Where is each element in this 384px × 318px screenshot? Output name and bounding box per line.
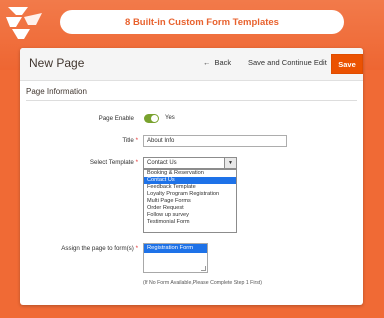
title-label-text: Title xyxy=(122,137,134,144)
chevron-down-icon[interactable]: ▼ xyxy=(224,158,236,168)
save-button[interactable]: Save xyxy=(331,54,363,74)
template-dropdown-list[interactable]: Booking & Reservation Contact Us Feedbac… xyxy=(143,169,237,233)
page-title: New Page xyxy=(29,56,85,70)
save-and-continue-button[interactable]: Save and Continue Edit xyxy=(248,58,327,67)
page-editor-panel: New Page ← Back Save and Continue Edit S… xyxy=(20,48,363,305)
banner-title: 8 Built-in Custom Form Templates xyxy=(60,10,344,34)
page-enable-toggle[interactable] xyxy=(144,114,159,123)
arrow-left-icon: ← xyxy=(203,58,211,67)
back-label: Back xyxy=(214,58,232,67)
dropdown-option[interactable]: Multi Page Forms xyxy=(144,198,236,205)
dropdown-option[interactable]: Order Request xyxy=(144,205,236,212)
assign-label-text: Assign the page to form(s) xyxy=(61,245,134,252)
title-input[interactable]: About Info xyxy=(143,135,287,147)
assign-note: (If No Form Available,Please Complete St… xyxy=(143,280,262,286)
title-label: Title * xyxy=(60,137,138,144)
toggle-knob xyxy=(151,115,158,122)
dropdown-option[interactable]: Feedback Template xyxy=(144,184,236,191)
dropdown-option-selected[interactable]: Contact Us xyxy=(144,177,236,184)
assign-label: Assign the page to form(s) * xyxy=(30,245,138,252)
list-item[interactable]: Registration Form xyxy=(144,244,207,253)
logo-icon xyxy=(6,7,42,39)
dropdown-option[interactable]: Loyalty Program Registration xyxy=(144,191,236,198)
section-title: Page Information xyxy=(26,87,87,96)
template-selected-value: Contact Us xyxy=(147,160,177,166)
page-enable-value: Yes xyxy=(165,115,175,121)
page-enable-text: Page Enable xyxy=(98,115,134,122)
section-divider xyxy=(26,100,357,101)
resize-handle-icon[interactable] xyxy=(201,266,206,271)
required-marker: * xyxy=(135,137,138,144)
required-marker: * xyxy=(135,245,138,252)
template-label-text: Select Template xyxy=(89,159,134,166)
assign-forms-listbox[interactable]: Registration Form xyxy=(143,243,208,273)
page-enable-label: Page Enable xyxy=(60,115,134,122)
dropdown-option[interactable]: Follow up survey xyxy=(144,212,236,219)
template-select[interactable]: Contact Us ▼ xyxy=(143,157,237,169)
template-label: Select Template * xyxy=(60,159,138,166)
page-header: New Page ← Back Save and Continue Edit S… xyxy=(20,48,363,81)
dropdown-option[interactable]: Booking & Reservation xyxy=(144,170,236,177)
dropdown-option[interactable]: Testimonial Form xyxy=(144,219,236,226)
back-button[interactable]: ← Back xyxy=(203,58,231,67)
required-marker: * xyxy=(135,159,138,166)
